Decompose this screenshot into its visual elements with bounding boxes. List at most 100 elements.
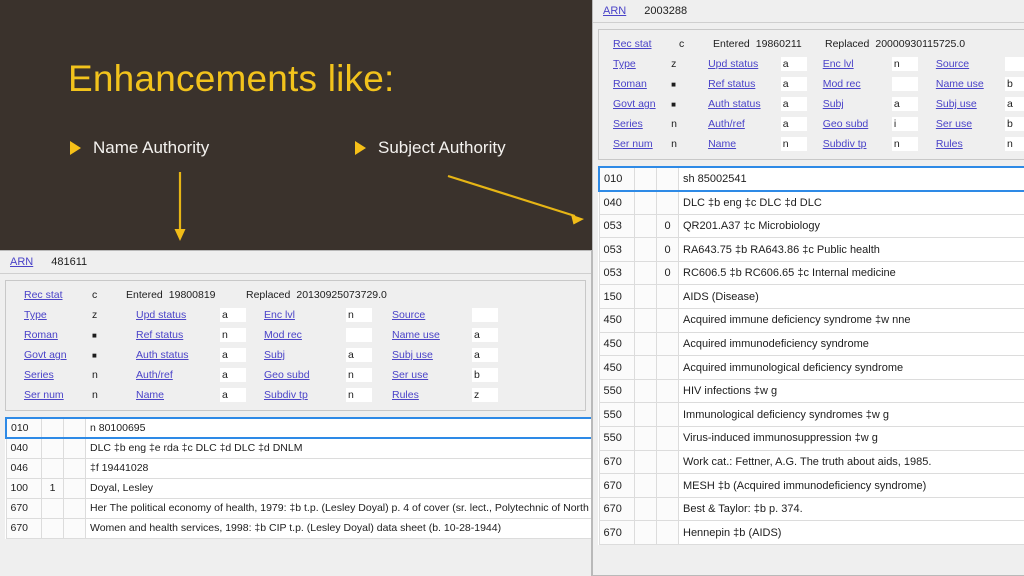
field-ser-num-value[interactable]: n [671, 138, 708, 150]
arn-label[interactable]: ARN [10, 256, 33, 268]
field-subj-use-value[interactable]: a [472, 348, 498, 362]
marc-field-value-cell[interactable]: Women and health services, 1998: ‡b CIP … [85, 517, 591, 539]
field-label[interactable]: Subdiv tp [264, 389, 308, 401]
marc-tag-cell[interactable]: 670 [598, 473, 635, 498]
field-mod-rec-value[interactable] [891, 77, 918, 91]
marc-indicator2-cell[interactable] [63, 477, 86, 499]
field-name[interactable]: Name [136, 389, 216, 401]
field-name-use[interactable]: Name use [918, 78, 1001, 90]
field-label[interactable]: Rec stat [613, 38, 652, 50]
field-label[interactable]: Auth/ref [136, 369, 173, 381]
field-label[interactable]: Name use [936, 78, 984, 90]
field-roman[interactable]: Roman [6, 329, 92, 341]
marc-indicator1-cell[interactable] [634, 308, 657, 333]
table-row[interactable]: 053 0 QR201.A37 ‡c Microbiology [598, 213, 1024, 239]
field-enc-lvl[interactable]: Enc lvl [246, 309, 342, 321]
marc-indicator1-cell[interactable] [634, 355, 657, 380]
marc-tag-cell[interactable]: 670 [598, 520, 635, 545]
field-name[interactable]: Name [708, 138, 777, 150]
field-subj[interactable]: Subj [807, 98, 888, 110]
marc-tag-cell[interactable]: 150 [598, 284, 635, 310]
field-ser-use-value[interactable]: b [472, 368, 498, 382]
field-label[interactable]: Ref status [136, 329, 183, 341]
marc-indicator2-cell[interactable] [656, 284, 679, 310]
field-label[interactable]: Mod rec [823, 78, 861, 90]
marc-tag-cell[interactable]: 550 [598, 402, 635, 428]
marc-indicator1-cell[interactable] [634, 331, 657, 357]
field-type[interactable]: Type [6, 309, 92, 321]
marc-indicator1-cell[interactable]: 1 [41, 477, 64, 499]
field-enc-lvl-value[interactable]: n [891, 57, 918, 71]
marc-tag-cell[interactable]: 550 [598, 378, 635, 404]
field-subdiv-tp-value[interactable]: n [346, 388, 372, 402]
field-upd-status-value[interactable]: a [780, 57, 807, 71]
field-type[interactable]: Type [599, 58, 671, 70]
field-label[interactable]: Auth status [136, 349, 189, 361]
field-auth-status[interactable]: Auth status [136, 349, 216, 361]
field-auth-status-value[interactable]: a [780, 97, 807, 111]
table-row[interactable]: 010 sh 85002541 [598, 166, 1024, 192]
field-rules-value[interactable]: n [1005, 137, 1024, 151]
field-ref-status[interactable]: Ref status [708, 78, 777, 90]
field-subj-use[interactable]: Subj use [372, 349, 468, 361]
field-auth-ref-value[interactable]: a [220, 368, 246, 382]
field-source-value[interactable] [472, 308, 498, 322]
table-row[interactable]: 670 MESH ‡b (Acquired immunodeficiency sy… [598, 473, 1024, 498]
marc-tag-cell[interactable]: 100 [5, 477, 42, 499]
field-enc-lvl-value[interactable]: n [346, 308, 372, 322]
field-auth-ref-value[interactable]: a [780, 117, 807, 131]
marc-field-value-cell[interactable]: Doyal, Lesley [85, 477, 591, 499]
field-label[interactable]: Upd status [136, 309, 186, 321]
field-label[interactable]: Ser use [392, 369, 428, 381]
field-rec-stat-value[interactable]: c [92, 289, 126, 301]
marc-field-value-cell[interactable]: AIDS (Disease) [678, 284, 1024, 310]
field-source[interactable]: Source [372, 309, 468, 321]
field-upd-status[interactable]: Upd status [136, 309, 216, 321]
marc-indicator1-cell[interactable] [41, 437, 64, 459]
marc-indicator2-cell[interactable]: 0 [656, 213, 679, 239]
marc-tag-cell[interactable]: 053 [598, 237, 635, 262]
table-row[interactable]: 046 ‡f 19441028 [5, 457, 591, 479]
field-govt-agn[interactable]: Govt agn [6, 349, 92, 361]
field-mod-rec[interactable]: Mod rec [807, 78, 888, 90]
marc-indicator2-cell[interactable] [656, 496, 679, 522]
field-label[interactable]: Ser use [936, 118, 972, 130]
marc-field-value-cell[interactable]: MESH ‡b (Acquired immunodeficiency syndr… [678, 473, 1024, 498]
marc-indicator1-cell[interactable] [634, 378, 657, 404]
field-series[interactable]: Series [599, 118, 671, 130]
marc-variable-fields-table[interactable]: 010 n 80100695 040 DLC ‡b eng ‡e rda ‡c DLC… [5, 417, 591, 539]
name-authority-record-panel[interactable]: ARN 481611 Rec stat c Entered 19800819 R… [0, 250, 592, 576]
marc-tag-cell[interactable]: 010 [598, 166, 635, 192]
marc-indicator2-cell[interactable] [63, 517, 86, 539]
table-row[interactable]: 670 Work cat.: Fettner, A.G. The truth ab… [598, 449, 1024, 475]
field-auth-status[interactable]: Auth status [708, 98, 777, 110]
marc-indicator1-cell[interactable] [634, 473, 657, 498]
field-type-value[interactable]: z [92, 309, 136, 321]
marc-indicator2-cell[interactable] [656, 355, 679, 380]
field-series[interactable]: Series [6, 369, 92, 381]
marc-tag-cell[interactable]: 053 [598, 213, 635, 239]
table-row[interactable]: 040 DLC ‡b eng ‡e rda ‡c DLC ‡d DLC ‡d DN… [5, 437, 591, 459]
marc-field-value-cell[interactable]: DLC ‡b eng ‡e rda ‡c DLC ‡d DLC ‡d DNLM [85, 437, 591, 459]
marc-field-value-cell[interactable]: sh 85002541 [678, 166, 1024, 192]
marc-indicator2-cell[interactable] [656, 520, 679, 545]
field-rules-value[interactable]: z [472, 388, 498, 402]
marc-indicator2-cell[interactable] [656, 402, 679, 428]
field-geo-subd[interactable]: Geo subd [807, 118, 888, 130]
subject-authority-record-panel[interactable]: ARN 2003288 Rec stat c Entered 19860211 … [592, 0, 1024, 576]
field-ser-use[interactable]: Ser use [372, 369, 468, 381]
field-label[interactable]: Enc lvl [823, 58, 854, 70]
marc-tag-cell[interactable]: 053 [598, 260, 635, 286]
table-row[interactable]: 670 Women and health services, 1998: ‡b C… [5, 517, 591, 539]
field-govt-agn-value[interactable]: ■ [671, 100, 708, 109]
field-name-use-value[interactable]: b [1005, 77, 1024, 91]
field-label[interactable]: Source [936, 58, 969, 70]
field-label[interactable]: Subj [823, 98, 844, 110]
field-subj-use-value[interactable]: a [1005, 97, 1024, 111]
field-label[interactable]: Geo subd [264, 369, 310, 381]
marc-tag-cell[interactable]: 670 [5, 497, 42, 519]
field-rules[interactable]: Rules [918, 138, 1001, 150]
marc-indicator1-cell[interactable] [634, 284, 657, 310]
field-name-value[interactable]: n [780, 137, 807, 151]
field-ser-num-value[interactable]: n [92, 389, 136, 401]
